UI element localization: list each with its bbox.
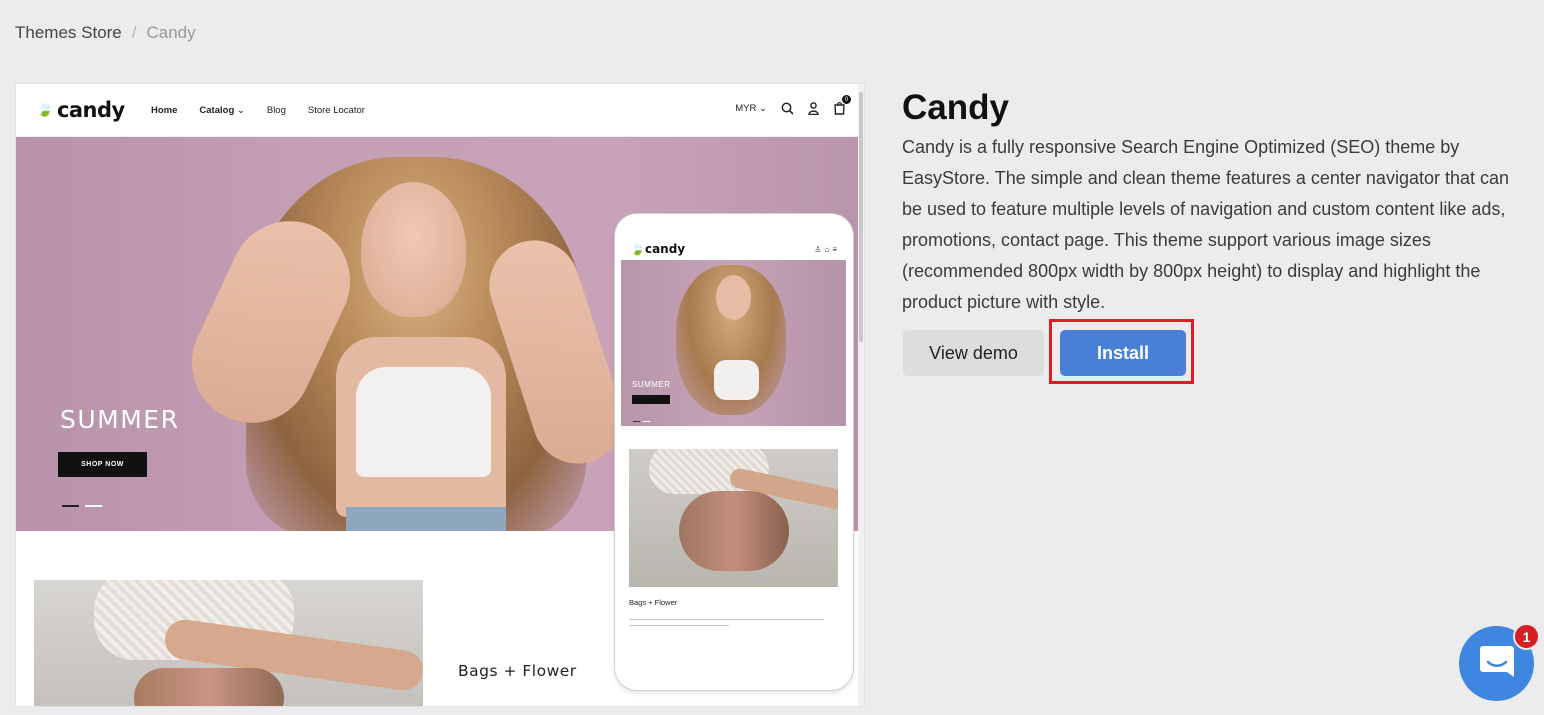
preview-scrollbar (858, 84, 864, 706)
theme-description: Candy is a fully responsive Search Engin… (902, 137, 1510, 312)
phone-section-title: Bags + Flower (629, 598, 678, 607)
breadcrumb-current: Candy (146, 23, 196, 42)
phone-nav-icons: ♙⌂≡ (814, 244, 840, 254)
hero-model-jeans (346, 507, 506, 531)
preview-menu-blog: Blog (266, 105, 286, 116)
chevron-down-icon: ⌄ (236, 105, 245, 116)
preview-phone-mockup: 🍃candy ♙⌂≡ SUMMER Bags + Flower (615, 214, 853, 690)
preview-menu-home: Home (151, 105, 178, 116)
leaf-icon: 🍃 (36, 102, 53, 118)
preview-logo-text: candy (56, 98, 125, 122)
preview-nav-actions: MYR ⌄ 0 (735, 95, 851, 115)
preview-hero-title: SUMMER (60, 405, 180, 434)
chat-icon (1478, 643, 1516, 684)
cart-count-badge: 0 (842, 95, 851, 104)
view-demo-button[interactable]: View demo (903, 330, 1044, 376)
preview-menu-catalog: Catalog ⌄ (199, 105, 245, 116)
preview-menu: Home Catalog ⌄ Blog Store Locator (151, 105, 365, 116)
breadcrumb: Themes Store / Candy (15, 23, 196, 43)
cart-icon: 0 (833, 95, 851, 115)
preview-logo: 🍃 candy (36, 98, 125, 122)
theme-title: Candy (902, 88, 1009, 127)
phone-logo: 🍃candy (630, 242, 686, 256)
user-icon (808, 101, 819, 115)
phone-text-line (629, 619, 824, 620)
phone-text-line (629, 625, 729, 626)
phone-hero-title: SUMMER (632, 380, 671, 389)
search-icon (781, 102, 794, 115)
preview-section-title: Bags + Flower (458, 662, 577, 680)
phone-navbar: 🍃candy ♙⌂≡ (630, 241, 840, 257)
phone-hero-banner: SUMMER (621, 260, 846, 426)
preview-currency: MYR ⌄ (735, 102, 767, 114)
install-button[interactable]: Install (1060, 330, 1186, 376)
preview-navbar: 🍃 candy Home Catalog ⌄ Blog Store Locato… (16, 84, 858, 137)
preview-slider-dots (62, 505, 102, 507)
preview-menu-store-locator: Store Locator (307, 105, 365, 116)
preview-shop-now-button: SHOP NOW (58, 452, 147, 477)
chat-unread-badge: 1 (1513, 623, 1540, 650)
phone-shop-button (632, 395, 670, 404)
breadcrumb-themes-store-link[interactable]: Themes Store (15, 23, 122, 43)
breadcrumb-separator: / (131, 23, 137, 42)
hero-model-top (356, 367, 491, 477)
preview-bag-image (34, 580, 423, 706)
phone-bag-image (629, 449, 838, 587)
hero-model-face (361, 182, 466, 317)
